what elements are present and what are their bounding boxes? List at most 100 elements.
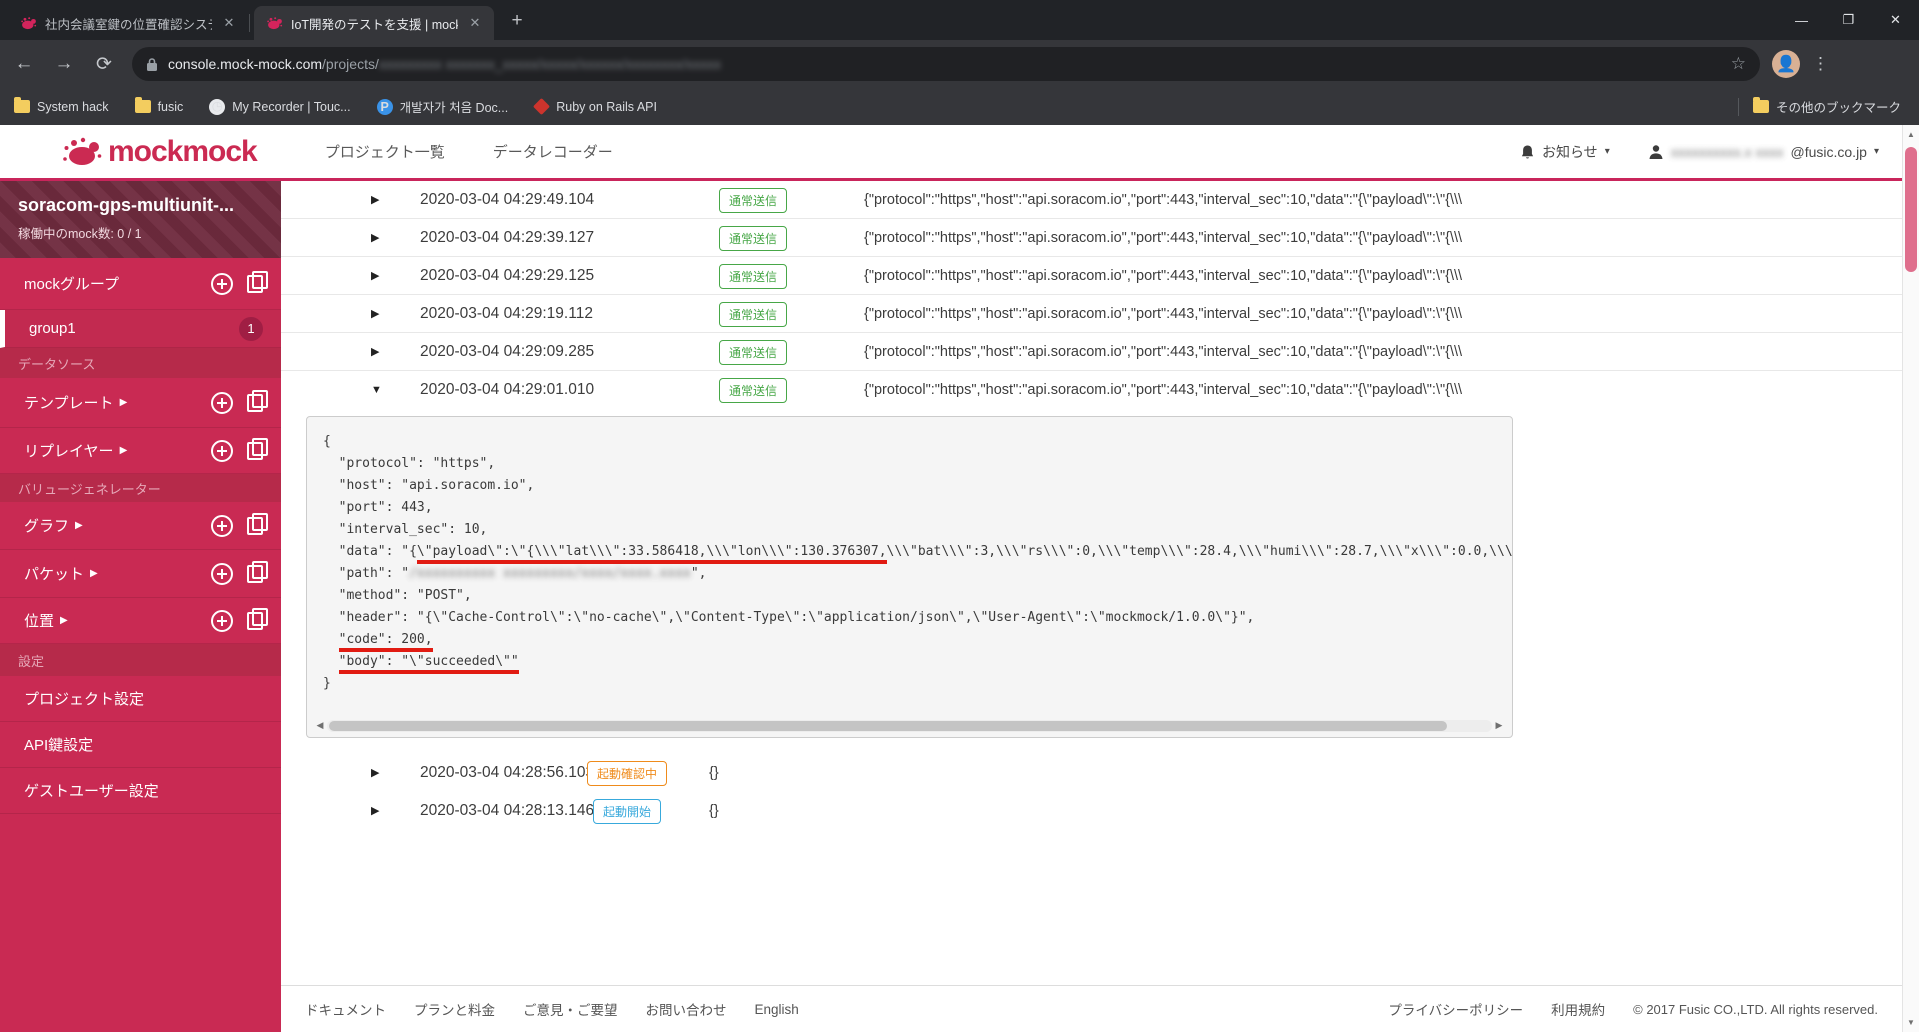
copy-packet-icon[interactable] xyxy=(247,560,268,583)
scrollbar-thumb[interactable] xyxy=(1905,147,1917,272)
row-collapsed-icon[interactable]: ▶ xyxy=(371,219,379,257)
other-bookmarks-button[interactable]: その他のブックマーク xyxy=(1752,97,1901,116)
browser-menu-icon[interactable]: ⋮ xyxy=(1806,54,1836,74)
footer-link-terms[interactable]: 利用規約 xyxy=(1551,999,1605,1019)
bookmark-developer-doc[interactable]: P 개발자가 처음 Doc... xyxy=(376,97,508,116)
sidebar-item-label: リプレイヤー xyxy=(24,443,114,460)
chevron-down-icon: ▾ xyxy=(1873,146,1879,157)
active-mock-count: 稼働中のmock数: 0 / 1 xyxy=(18,227,142,241)
status-badge: 通常送信 xyxy=(719,226,788,251)
status-badge: 通常送信 xyxy=(719,340,788,365)
bookmark-star-icon[interactable]: ☆ xyxy=(1731,54,1746,74)
add-graph-icon[interactable] xyxy=(211,514,233,537)
log-row[interactable]: ▶ 2020-03-04 04:28:13.146 起動開始 {} xyxy=(281,792,1902,830)
mockmock-favicon-icon xyxy=(267,16,283,29)
row-collapsed-icon[interactable]: ▶ xyxy=(371,754,379,792)
footer-link-documents[interactable]: ドキュメント xyxy=(305,999,386,1019)
scroll-up-icon[interactable]: ▲ xyxy=(1903,130,1919,139)
project-info-block: soracom-gps-multiunit-... 稼働中のmock数: 0 /… xyxy=(0,181,281,258)
row-collapsed-icon[interactable]: ▶ xyxy=(371,295,379,333)
copy-replayer-icon[interactable] xyxy=(247,437,268,460)
footer-link-english[interactable]: English xyxy=(755,1002,799,1017)
sidebar-section-settings: 設定 xyxy=(0,644,281,676)
copy-graph-icon[interactable] xyxy=(247,512,268,535)
log-row[interactable]: ▶ 2020-03-04 04:29:39.127 通常送信 {"protoco… xyxy=(281,219,1902,257)
log-table: ▶ 2020-03-04 04:29:49.104 通常送信 {"protoco… xyxy=(281,181,1902,985)
scroll-left-icon[interactable]: ◀ xyxy=(313,720,327,731)
browser-tab-1[interactable]: 社内会議室鍵の位置確認システム ✕ xyxy=(8,6,248,40)
reload-button[interactable]: ⟳ xyxy=(88,48,120,80)
browser-profile-avatar[interactable]: 👤 xyxy=(1772,50,1800,78)
row-collapsed-icon[interactable]: ▶ xyxy=(371,181,379,219)
notice-dropdown[interactable]: お知らせ ▾ xyxy=(1520,142,1610,162)
bookmark-fusic[interactable]: fusic xyxy=(134,97,183,114)
window-maximize-button[interactable]: ❐ xyxy=(1825,0,1872,40)
sidebar-item-project-settings[interactable]: プロジェクト設定 xyxy=(0,676,281,722)
nav-data-recorder[interactable]: データレコーダー xyxy=(493,141,613,162)
copy-location-icon[interactable] xyxy=(247,607,268,630)
add-template-icon[interactable] xyxy=(211,391,233,414)
sidebar-item-label: テンプレート xyxy=(24,395,114,412)
sidebar-item-guest-user-settings[interactable]: ゲストユーザー設定 xyxy=(0,768,281,814)
copy-mock-group-icon[interactable] xyxy=(247,270,268,293)
back-button[interactable]: ← xyxy=(8,48,40,80)
scrollbar-thumb[interactable] xyxy=(329,720,1448,731)
detail-horizontal-scrollbar[interactable]: ◀ ▶ xyxy=(313,719,1506,732)
footer-link-feedback[interactable]: ご意見・ご要望 xyxy=(523,999,618,1019)
sidebar-item-location[interactable]: 位置 ▶ xyxy=(0,598,281,644)
browser-tab-2-active[interactable]: IoT開発のテストを支援 | mockmock ✕ xyxy=(254,6,494,40)
site-footer: ドキュメント プランと料金 ご意見・ご要望 お問い合わせ English プライ… xyxy=(281,985,1902,1032)
log-row[interactable]: ▶ 2020-03-04 04:29:19.112 通常送信 {"protoco… xyxy=(281,295,1902,333)
footer-link-contact[interactable]: お問い合わせ xyxy=(646,999,727,1019)
forward-button[interactable]: → xyxy=(48,48,80,80)
add-replayer-icon[interactable] xyxy=(211,439,233,462)
add-mock-group-icon[interactable] xyxy=(211,272,233,295)
log-json-preview: {"protocol":"https","host":"api.soracom.… xyxy=(864,268,1463,284)
address-bar[interactable]: console.mock-mock.com/projects/xxxxxxxxx… xyxy=(132,47,1760,81)
log-row[interactable]: ▶ 2020-03-04 04:29:49.104 通常送信 {"protoco… xyxy=(281,181,1902,219)
sidebar-item-graph[interactable]: グラフ ▶ xyxy=(0,502,281,550)
window-minimize-button[interactable]: — xyxy=(1778,0,1825,40)
footer-link-plans[interactable]: プランと料金 xyxy=(414,999,495,1019)
log-row[interactable]: ▶ 2020-03-04 04:28:56.103 起動確認中 {} xyxy=(281,754,1902,792)
footer-link-privacy-policy[interactable]: プライバシーポリシー xyxy=(1388,999,1523,1019)
bookmark-ruby-on-rails-api[interactable]: Ruby on Rails API xyxy=(533,98,657,115)
status-badge: 起動確認中 xyxy=(587,761,668,786)
mockmock-favicon-icon xyxy=(21,16,37,29)
copy-template-icon[interactable] xyxy=(247,389,268,412)
sidebar-item-label: プロジェクト設定 xyxy=(24,691,145,708)
sidebar-item-group1[interactable]: group1 1 xyxy=(0,310,281,348)
sidebar-item-packet[interactable]: パケット ▶ xyxy=(0,550,281,598)
sidebar-item-replayer[interactable]: リプレイヤー ▶ xyxy=(0,428,281,474)
scroll-right-icon[interactable]: ▶ xyxy=(1492,720,1506,731)
site-header: mockmock プロジェクト一覧 データレコーダー お知らせ ▾ xxxxxx… xyxy=(0,125,1919,181)
sidebar-item-label: ゲストユーザー設定 xyxy=(24,783,159,800)
log-row-expanded[interactable]: ▼ 2020-03-04 04:29:01.010 通常送信 {"protoco… xyxy=(281,371,1902,409)
path-redacted: /xxxxxxxxxx xxxxxxxxx/xxxx/xxxx.xxxx xyxy=(409,566,691,581)
new-tab-button[interactable]: + xyxy=(505,10,529,34)
scroll-down-icon[interactable]: ▼ xyxy=(1903,1018,1919,1027)
account-name-redacted: xxxxxxxxxx.x xxxx xyxy=(1670,143,1784,160)
log-row[interactable]: ▶ 2020-03-04 04:29:09.285 通常送信 {"protoco… xyxy=(281,333,1902,371)
row-expanded-icon[interactable]: ▼ xyxy=(371,371,382,409)
window-close-button[interactable]: ✕ xyxy=(1872,0,1919,40)
add-location-icon[interactable] xyxy=(211,609,233,632)
page-vertical-scrollbar[interactable]: ▲ ▼ xyxy=(1902,125,1919,1032)
log-row[interactable]: ▶ 2020-03-04 04:29:29.125 通常送信 {"protoco… xyxy=(281,257,1902,295)
account-dropdown[interactable]: xxxxxxxxxx.x xxxx @fusic.co.jp ▾ xyxy=(1648,144,1879,160)
row-collapsed-icon[interactable]: ▶ xyxy=(371,792,379,830)
sidebar-item-api-key-settings[interactable]: API鍵設定 xyxy=(0,722,281,768)
add-packet-icon[interactable] xyxy=(211,562,233,585)
row-collapsed-icon[interactable]: ▶ xyxy=(371,257,379,295)
bookmark-my-recorder[interactable]: ◷ My Recorder | Touc... xyxy=(209,98,351,115)
bookmark-system-hack[interactable]: System hack xyxy=(14,97,109,114)
status-badge: 通常送信 xyxy=(719,264,788,289)
nav-project-list[interactable]: プロジェクト一覧 xyxy=(325,141,445,162)
tab-close-icon[interactable]: ✕ xyxy=(466,14,484,32)
tab-close-icon[interactable]: ✕ xyxy=(220,14,238,32)
sidebar-item-template[interactable]: テンプレート ▶ xyxy=(0,378,281,428)
sidebar-item-mock-group[interactable]: mockグループ xyxy=(0,258,281,310)
row-collapsed-icon[interactable]: ▶ xyxy=(371,333,379,371)
bell-icon xyxy=(1521,144,1534,158)
mockmock-logo[interactable]: mockmock xyxy=(62,134,258,170)
